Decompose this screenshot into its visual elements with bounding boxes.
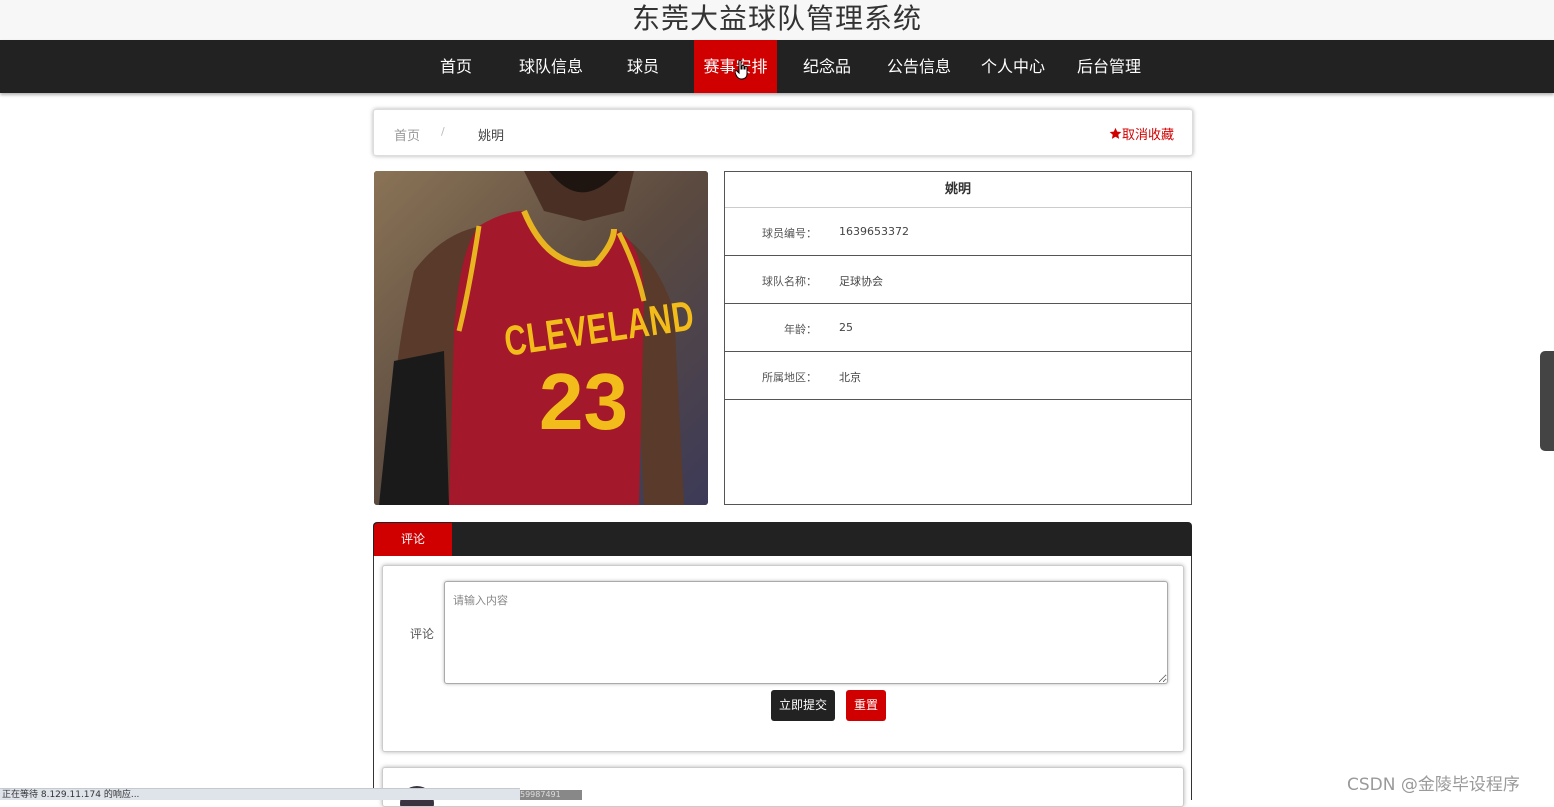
info-row-team-name: 球队名称： 足球协会 [725,256,1191,304]
comment-form: 评论 立即提交 重置 [382,565,1184,752]
info-value: 足球协会 [839,275,883,288]
breadcrumb-separator: / [441,125,445,138]
breadcrumb-home-link[interactable]: 首页 [394,125,420,144]
info-label: 年龄： [784,323,817,336]
watermark: CSDN @金陵毕设程序 [1347,775,1520,795]
info-label: 球队名称： [762,275,817,288]
breadcrumb: 首页 / 姚明 取消收藏 [373,109,1193,156]
info-value: 25 [839,321,853,334]
comment-field-label: 评论 [410,627,435,641]
info-value: 1639653372 [839,225,909,238]
comment-textarea[interactable] [444,581,1168,684]
info-label: 球员编号： [762,227,817,240]
nav-item-personal-center[interactable]: 个人中心 [970,40,1056,93]
comment-list-item [382,767,1184,807]
reset-button[interactable]: 重置 [846,690,886,721]
player-photo: CLEVELAND 23 [374,171,708,505]
jersey-number: 23 [539,357,628,446]
player-info-table: 姚明 球员编号： 1639653372 球队名称： 足球协会 年龄： 25 所属… [724,171,1192,505]
nav-item-players[interactable]: 球员 [610,40,676,93]
info-row-player-id: 球员编号： 1639653372 [725,208,1191,256]
unfavorite-button[interactable]: 取消收藏 [1109,124,1174,143]
star-icon [1109,127,1122,139]
info-label: 所属地区： [762,371,817,384]
side-scroll-handle[interactable] [1540,351,1554,451]
tab-comments[interactable]: 评论 [374,523,452,556]
status-bar-tail: 59987491 [520,790,582,800]
nav-item-home[interactable]: 首页 [422,40,490,93]
hand-cursor-icon [735,60,748,80]
nav-item-admin[interactable]: 后台管理 [1064,40,1154,93]
info-value: 北京 [839,371,861,384]
info-row-region: 所属地区： 北京 [725,352,1191,400]
nav-item-team-info[interactable]: 球队信息 [506,40,596,93]
tab-bar: 评论 [373,522,1192,556]
nav-item-announcements[interactable]: 公告信息 [876,40,962,93]
info-row-age: 年龄： 25 [725,304,1191,352]
browser-status-bar: 正在等待 8.129.11.174 的响应... [0,788,520,800]
site-title: 东莞大益球队管理系统 [0,0,1554,40]
submit-button[interactable]: 立即提交 [771,690,835,721]
player-name-heading: 姚明 [725,172,1191,208]
main-nav: 首页 球队信息 球员 赛事安排 纪念品 公告信息 个人中心 后台管理 [0,40,1554,93]
unfavorite-label: 取消收藏 [1121,128,1174,143]
nav-item-souvenirs[interactable]: 纪念品 [790,40,864,93]
breadcrumb-current: 姚明 [478,129,505,144]
